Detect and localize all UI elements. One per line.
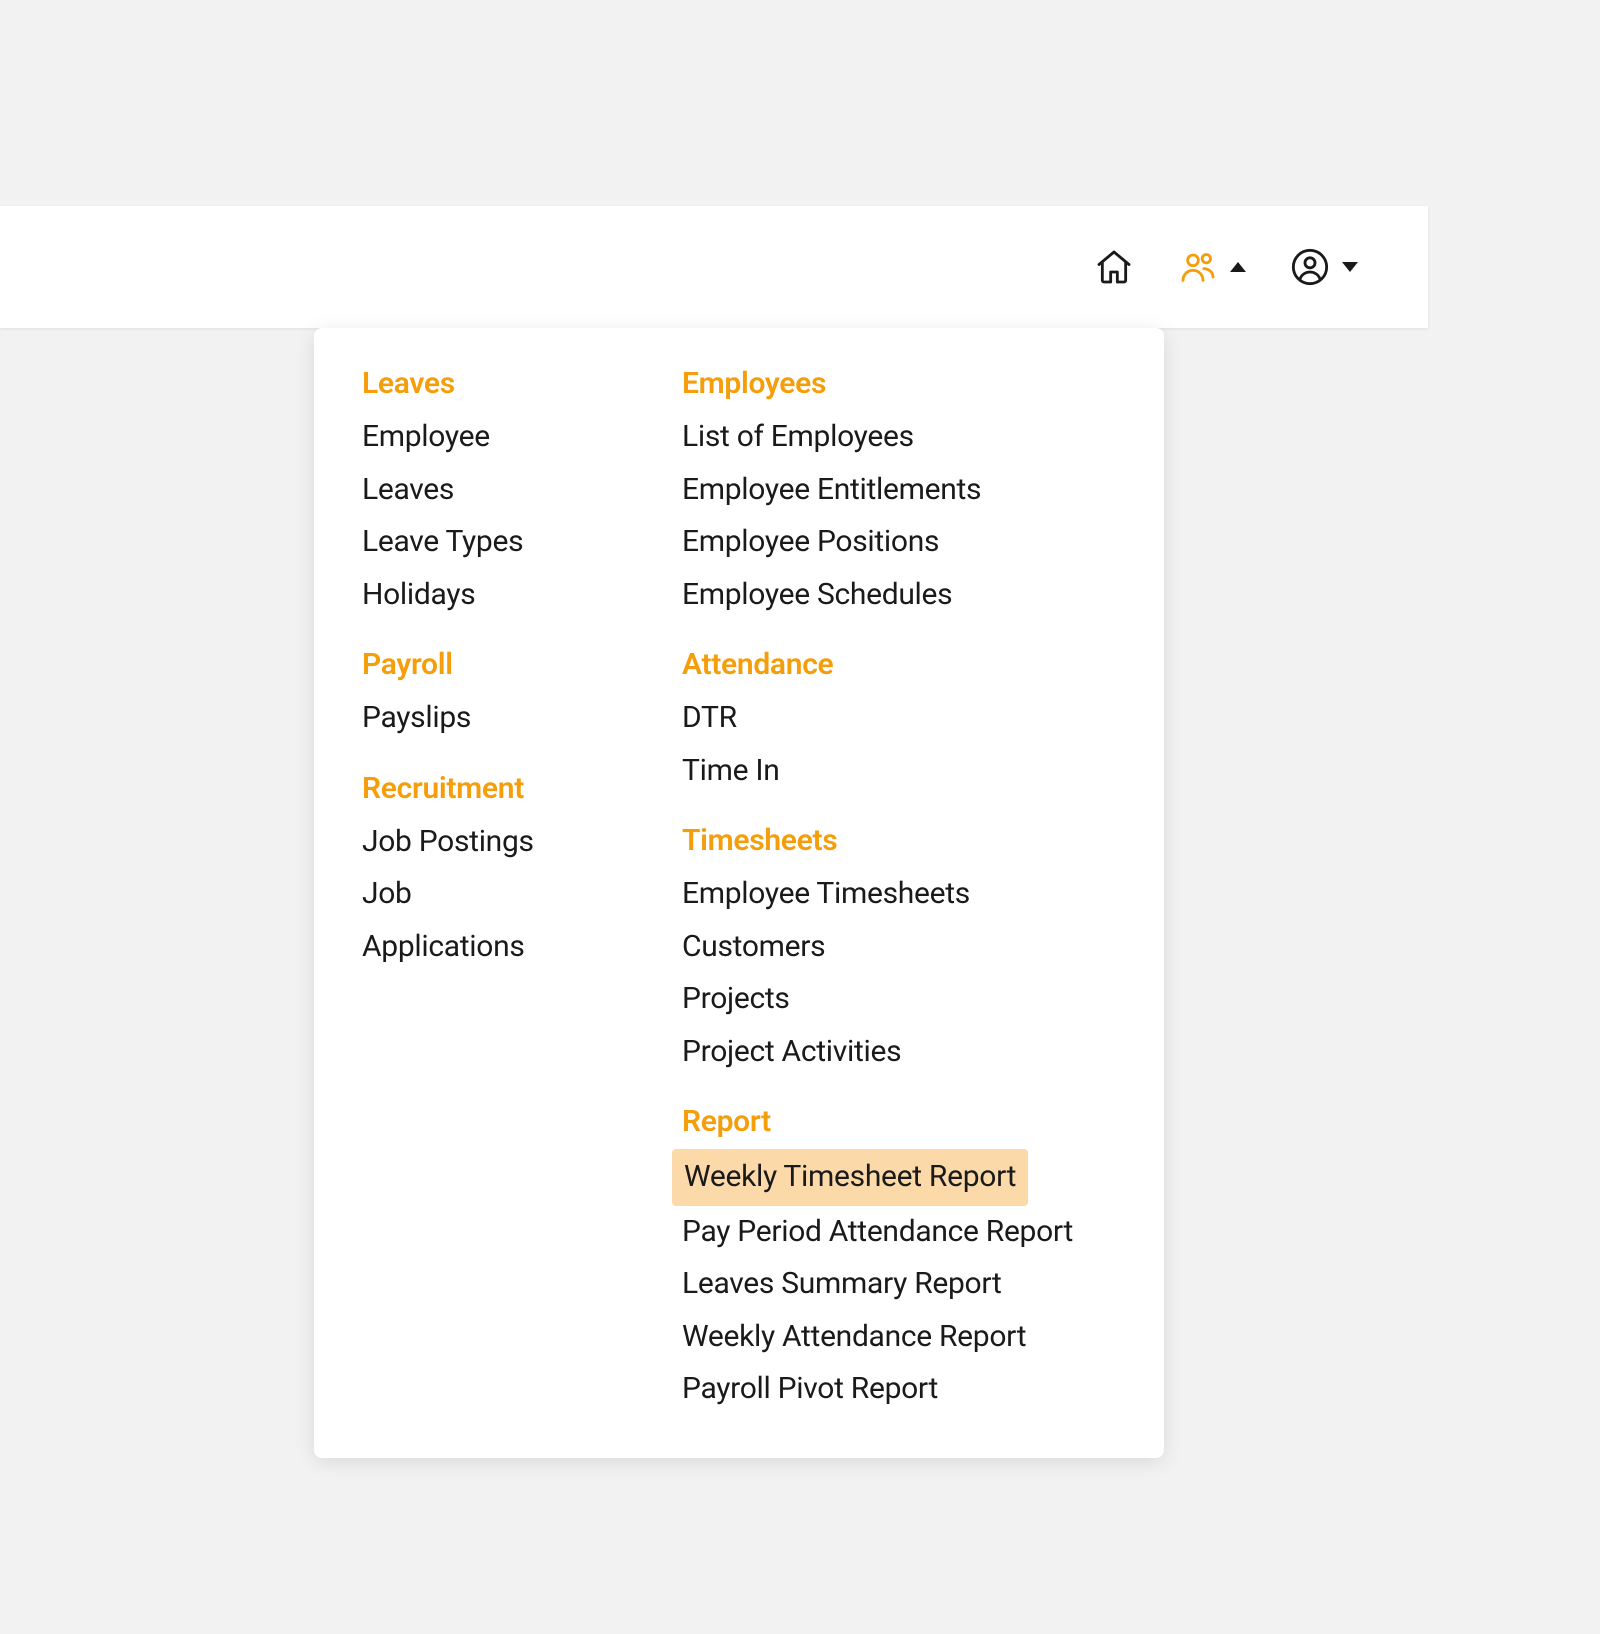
menu-item-weekly-attendance-report[interactable]: Weekly Attendance Report xyxy=(672,1311,1116,1364)
menu-column-1: LeavesEmployee LeavesLeave TypesHolidays… xyxy=(314,366,634,1416)
menu-item-leave-types[interactable]: Leave Types xyxy=(352,516,586,569)
menu-item-employee-positions[interactable]: Employee Positions xyxy=(672,516,1116,569)
menu-item-list-of-employees[interactable]: List of Employees xyxy=(672,411,1116,464)
menu-item-dtr[interactable]: DTR xyxy=(672,692,1116,745)
people-menu-button[interactable] xyxy=(1178,247,1246,287)
home-button[interactable] xyxy=(1094,247,1134,287)
menu-section-header: Report xyxy=(682,1104,1116,1139)
menu-section-recruitment: RecruitmentJob PostingsJob Applications xyxy=(362,771,586,974)
menu-item-payroll-pivot-report[interactable]: Payroll Pivot Report xyxy=(672,1363,1116,1416)
menu-section-header: Payroll xyxy=(362,647,586,682)
profile-icon xyxy=(1290,247,1330,287)
menu-item-payslips[interactable]: Payslips xyxy=(352,692,586,745)
home-icon xyxy=(1094,247,1134,287)
menu-section-payroll: PayrollPayslips xyxy=(362,647,586,745)
profile-menu-button[interactable] xyxy=(1290,247,1358,287)
menu-item-project-activities[interactable]: Project Activities xyxy=(672,1026,1116,1079)
menu-item-employee-timesheets[interactable]: Employee Timesheets xyxy=(672,868,1116,921)
menu-section-header: Employees xyxy=(682,366,1116,401)
topbar xyxy=(0,206,1428,328)
mega-menu-dropdown: LeavesEmployee LeavesLeave TypesHolidays… xyxy=(314,328,1164,1458)
menu-section-report: ReportWeekly Timesheet ReportPay Period … xyxy=(682,1104,1116,1416)
menu-item-projects[interactable]: Projects xyxy=(672,973,1116,1026)
menu-section-timesheets: TimesheetsEmployee TimesheetsCustomersPr… xyxy=(682,823,1116,1078)
menu-item-employee-schedules[interactable]: Employee Schedules xyxy=(672,569,1116,622)
menu-column-2: Employees List of EmployeesEmployee Entit… xyxy=(634,366,1164,1416)
menu-item-customers[interactable]: Customers xyxy=(672,921,1116,974)
caret-up-icon xyxy=(1230,262,1246,272)
menu-section-attendance: AttendanceDTRTime In xyxy=(682,647,1116,797)
menu-section-header: Recruitment xyxy=(362,771,586,806)
caret-down-icon xyxy=(1342,262,1358,272)
menu-item-employee-leaves[interactable]: Employee Leaves xyxy=(352,411,586,516)
menu-section-header: Leaves xyxy=(362,366,586,401)
menu-section-leaves: LeavesEmployee LeavesLeave TypesHolidays xyxy=(362,366,586,621)
menu-item-holidays[interactable]: Holidays xyxy=(352,569,586,622)
menu-item-weekly-timesheet-report[interactable]: Weekly Timesheet Report xyxy=(672,1149,1028,1206)
menu-section-header: Attendance xyxy=(682,647,1116,682)
menu-item-job-applications[interactable]: Job Applications xyxy=(352,868,586,973)
menu-section-header: Timesheets xyxy=(682,823,1116,858)
people-icon xyxy=(1178,247,1218,287)
menu-item-time-in[interactable]: Time In xyxy=(672,745,1116,798)
menu-item-leaves-summary-report[interactable]: Leaves Summary Report xyxy=(672,1258,1116,1311)
menu-item-job-postings[interactable]: Job Postings xyxy=(352,816,586,869)
menu-section-employees: EmployeesList of EmployeesEmployee Entit… xyxy=(682,366,1116,621)
menu-item-pay-period-attendance-report[interactable]: Pay Period Attendance Report xyxy=(672,1206,1116,1259)
topbar-icons xyxy=(1094,247,1358,287)
menu-item-employee-entitlements[interactable]: Employee Entitlements xyxy=(672,464,1116,517)
